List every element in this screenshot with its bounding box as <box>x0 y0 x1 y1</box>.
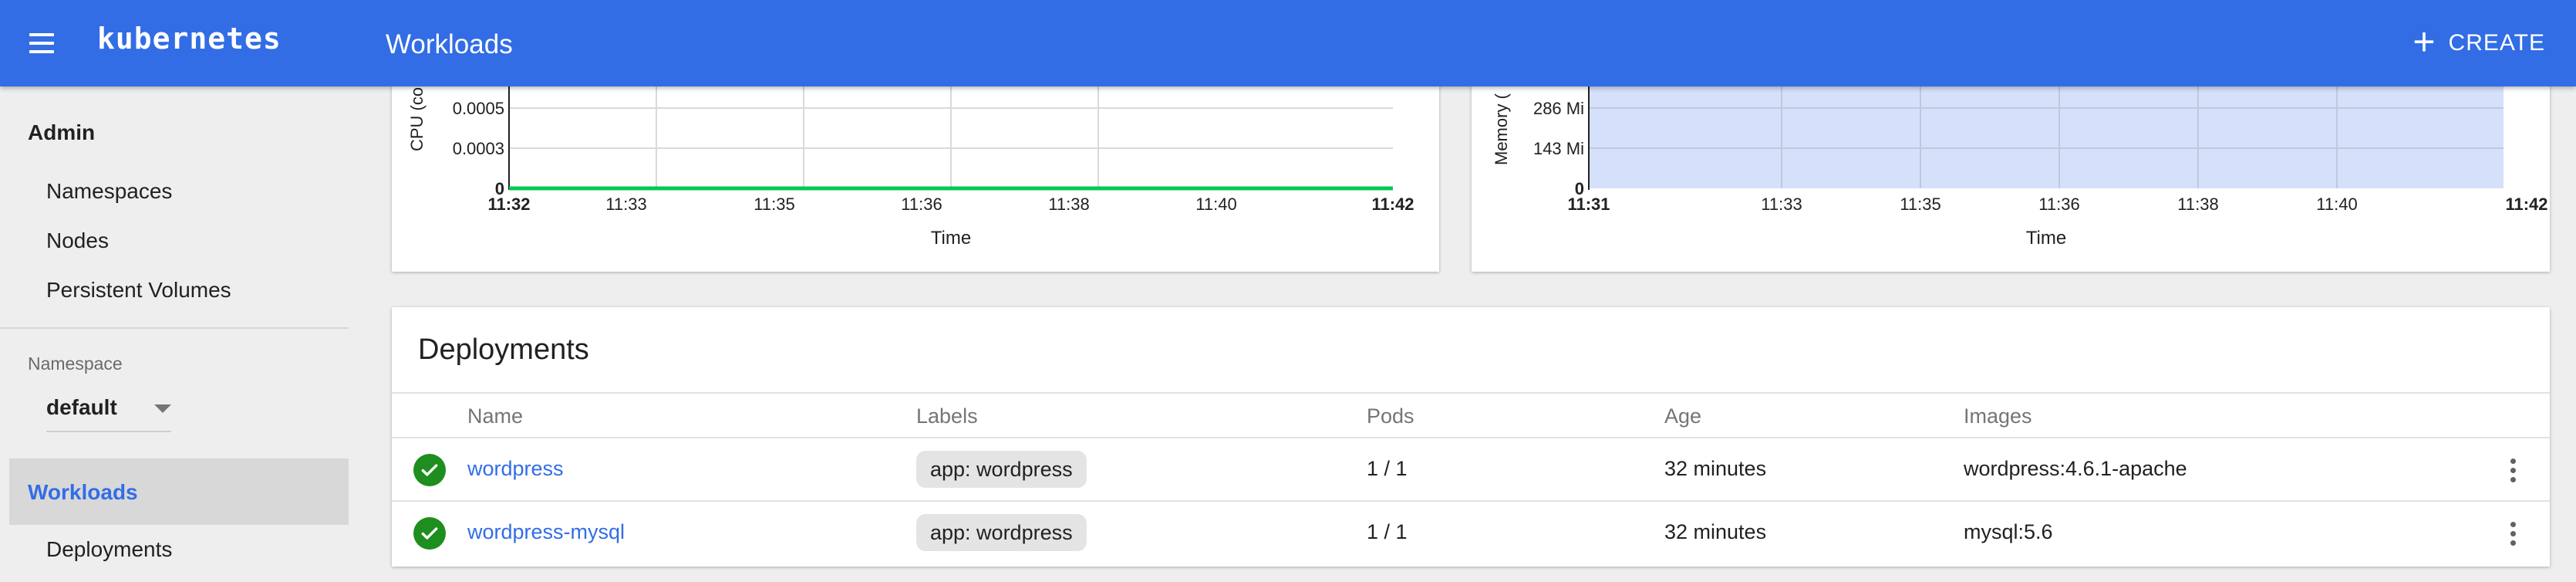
deployment-name-link[interactable]: wordpress <box>467 457 564 481</box>
cpu-x-tick: 11:32 <box>487 195 530 214</box>
cpu-x-axis-label: Time <box>931 228 971 249</box>
memory-y-tick: 286 Mi <box>1533 99 1584 118</box>
memory-x-tick: 11:38 <box>2177 195 2218 214</box>
age-value: 32 minutes <box>1664 457 1767 480</box>
top-app-bar: kubernetes Workloads + CREATE <box>0 0 2576 86</box>
namespace-value: default <box>46 395 117 419</box>
check-circle-icon <box>413 454 446 486</box>
table-row: wordpress app: wordpress 1 / 1 32 minute… <box>392 437 2550 500</box>
namespace-label: Namespace <box>28 354 123 374</box>
memory-y-axis-label: Memory ( <box>1492 93 1511 165</box>
deployments-title: Deployments <box>418 333 589 366</box>
menu-icon[interactable] <box>22 23 62 63</box>
column-header-labels: Labels <box>916 404 978 428</box>
cpu-y-tick: 0.0003 <box>453 139 504 158</box>
more-vert-icon[interactable] <box>2497 517 2528 551</box>
cpu-x-tick: 11:38 <box>1048 195 1089 214</box>
cpu-x-tick: 11:36 <box>901 195 942 214</box>
column-header-name[interactable]: Name <box>467 404 523 428</box>
kubernetes-logo[interactable]: kubernetes <box>97 22 282 56</box>
memory-x-tick: 11:36 <box>2038 195 2079 214</box>
image-value: mysql:5.6 <box>1964 520 2053 543</box>
memory-x-axis-label: Time <box>2026 228 2066 249</box>
sidebar-item-nodes[interactable]: Nodes <box>46 228 109 253</box>
table-row: wordpress-mysql app: wordpress 1 / 1 32 … <box>392 500 2550 563</box>
sidebar-item-workloads[interactable]: Workloads <box>9 458 349 525</box>
more-vert-icon[interactable] <box>2497 454 2528 488</box>
memory-x-tick: 11:31 <box>1567 195 1610 214</box>
sidebar-item-persistent-volumes[interactable]: Persistent Volumes <box>46 278 231 303</box>
age-value: 32 minutes <box>1664 520 1767 543</box>
cpu-x-tick: 11:40 <box>1195 195 1236 214</box>
column-header-images: Images <box>1964 404 2032 428</box>
create-button[interactable]: + CREATE <box>2412 20 2545 66</box>
deployments-card: Deployments Name Labels Pods Age Images … <box>392 307 2550 567</box>
check-circle-icon <box>413 517 446 550</box>
sidebar-heading-admin[interactable]: Admin <box>28 120 95 145</box>
page-title: Workloads <box>386 29 513 59</box>
memory-x-tick: 11:42 <box>2505 195 2547 214</box>
image-value: wordpress:4.6.1-apache <box>1964 457 2187 480</box>
memory-y-tick: 143 Mi <box>1533 139 1584 158</box>
memory-x-tick: 11:40 <box>2316 195 2357 214</box>
cpu-x-tick: 11:35 <box>754 195 794 214</box>
sidebar-item-workloads-label: Workloads <box>28 480 138 504</box>
plus-icon: + <box>2412 20 2436 63</box>
sidebar-item-namespaces[interactable]: Namespaces <box>46 179 172 204</box>
cpu-y-tick: 0.0005 <box>453 99 504 118</box>
sidebar: Admin Namespaces Nodes Persistent Volume… <box>0 86 356 582</box>
pods-count: 1 / 1 <box>1367 457 1408 480</box>
create-button-label: CREATE <box>2448 30 2545 56</box>
sidebar-item-deployments[interactable]: Deployments <box>46 537 172 562</box>
sidebar-divider <box>0 327 349 329</box>
column-header-pods: Pods <box>1367 404 1414 428</box>
memory-x-tick: 11:33 <box>1761 195 1802 214</box>
memory-x-tick: 11:35 <box>1900 195 1940 214</box>
column-header-age[interactable]: Age <box>1664 404 1701 428</box>
cpu-y-axis-label: CPU (co <box>407 87 427 151</box>
deployment-name-link[interactable]: wordpress-mysql <box>467 520 625 544</box>
label-chip: app: wordpress <box>916 451 1087 488</box>
cpu-x-tick: 11:33 <box>605 195 646 214</box>
dropdown-caret-icon <box>154 404 171 413</box>
label-chip: app: wordpress <box>916 514 1087 551</box>
pods-count: 1 / 1 <box>1367 520 1408 543</box>
cpu-x-tick: 11:42 <box>1371 195 1414 214</box>
table-header-row: Name Labels Pods Age Images <box>392 392 2550 438</box>
namespace-select[interactable]: default <box>46 389 171 432</box>
